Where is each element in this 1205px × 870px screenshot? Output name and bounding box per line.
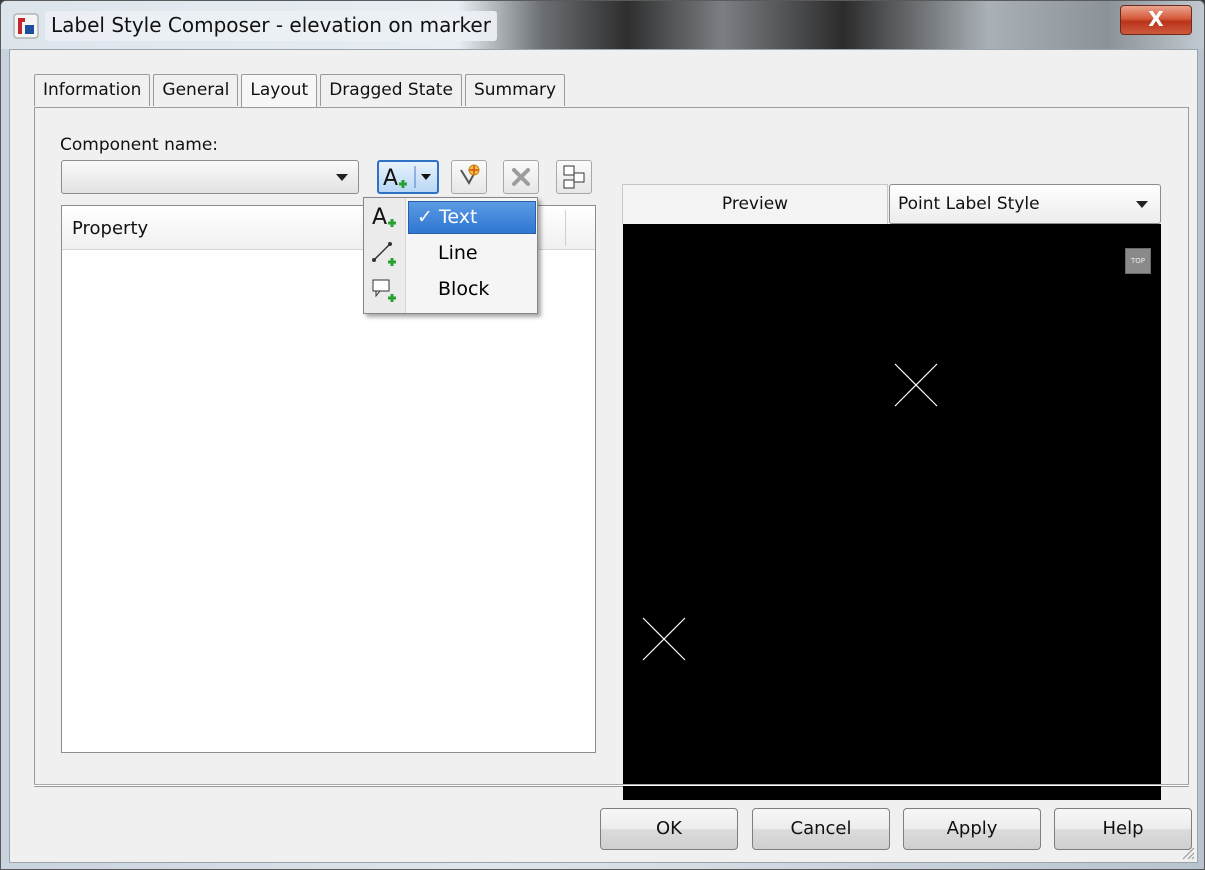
title-bar[interactable]: Label Style Composer - elevation on mark…	[1, 1, 1204, 49]
text-add-icon: A	[372, 205, 396, 230]
component-draw-order-button[interactable]	[556, 160, 592, 194]
dialog-client-area: Information General Layout Dragged State…	[9, 49, 1198, 863]
label-style-composer-window: Label Style Composer - elevation on mark…	[0, 0, 1205, 870]
menu-item-line[interactable]: Line	[408, 238, 536, 271]
tab-layout[interactable]: Layout	[241, 74, 318, 108]
component-name-select[interactable]	[61, 160, 359, 194]
draw-order-icon	[563, 165, 585, 189]
delete-component-button[interactable]	[503, 160, 539, 194]
viewcube-top[interactable]: TOP	[1125, 248, 1151, 274]
column-divider[interactable]	[565, 210, 566, 246]
line-add-icon	[372, 242, 396, 266]
tab-dragged-state[interactable]: Dragged State	[320, 74, 462, 106]
app-icon	[13, 13, 39, 39]
copy-component-icon	[460, 164, 480, 186]
menu-item-label: Text	[439, 206, 478, 228]
preview-canvas[interactable]: TOP	[623, 224, 1161, 800]
preview-style-select[interactable]: Point Label Style	[889, 184, 1161, 224]
svg-text:A: A	[383, 166, 398, 191]
close-button[interactable]: X	[1120, 5, 1192, 35]
copy-component-button[interactable]	[451, 160, 487, 194]
point-marker-x	[642, 617, 686, 661]
menu-item-label: Line	[438, 242, 478, 264]
menu-item-label: Block	[438, 278, 490, 300]
menu-item-text[interactable]: ✓ Text	[408, 201, 536, 234]
menu-item-block[interactable]: Block	[408, 274, 536, 307]
delete-component-icon	[512, 168, 530, 186]
component-name-label: Component name:	[60, 135, 219, 155]
footer-separator	[34, 784, 1189, 786]
help-button[interactable]: Help	[1054, 808, 1192, 850]
svg-text:A: A	[372, 205, 387, 230]
point-marker-x	[894, 363, 938, 407]
chevron-down-icon	[1136, 201, 1148, 208]
checkmark-icon: ✓	[417, 206, 433, 228]
create-text-component-button[interactable]: A	[377, 160, 439, 194]
apply-button[interactable]: Apply	[903, 808, 1041, 850]
ok-button[interactable]: OK	[600, 808, 738, 850]
block-add-icon	[372, 279, 396, 302]
tab-general[interactable]: General	[153, 74, 239, 106]
resize-grip-icon[interactable]	[1179, 844, 1195, 860]
property-column-header: Property	[72, 218, 149, 239]
component-type-menu: A ✓ Text Line Block	[363, 197, 538, 314]
text-add-icon: A	[383, 166, 431, 191]
tab-summary[interactable]: Summary	[464, 74, 566, 106]
cancel-button[interactable]: Cancel	[752, 808, 890, 850]
preview-label: Preview	[622, 184, 888, 224]
tab-information[interactable]: Information	[34, 74, 151, 106]
tab-strip: Information General Layout Dragged State…	[34, 74, 568, 108]
chevron-down-icon	[336, 174, 348, 181]
layout-tab-panel: Component name: A Property Preview Point…	[34, 107, 1189, 800]
close-icon: X	[1148, 7, 1164, 31]
preview-style-value: Point Label Style	[898, 194, 1040, 214]
window-title: Label Style Composer - elevation on mark…	[45, 11, 497, 41]
